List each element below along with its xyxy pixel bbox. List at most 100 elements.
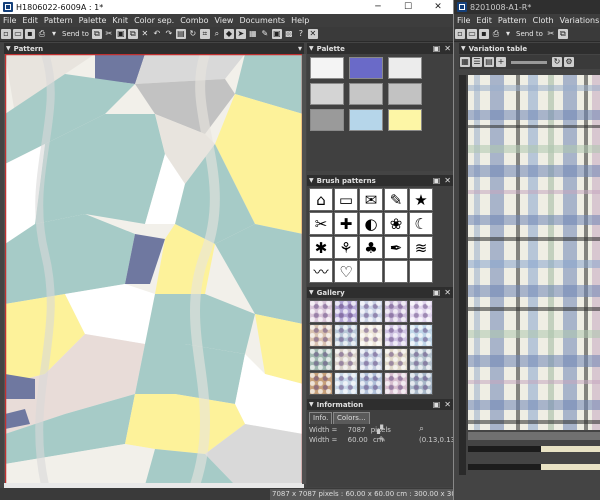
gallery-thumbnail[interactable] [384,348,408,371]
panel-options-icon[interactable]: ▾ [298,44,302,53]
menu-view[interactable]: View [211,16,236,25]
menu-combo[interactable]: Combo [177,16,211,25]
brush-pattern-item[interactable]: 〰 [309,260,333,283]
new-file-icon[interactable]: ▫ [455,29,465,39]
send-to-button[interactable]: Send to [516,30,543,38]
close-button[interactable]: ✕ [423,0,453,14]
info-icon[interactable]: ? [296,29,306,39]
delete-icon[interactable]: ✕ [140,29,150,39]
layer-icon[interactable]: ▩ [284,29,294,39]
dock-icon[interactable]: ▣ [433,288,441,297]
menu-edit[interactable]: Edit [473,16,495,25]
cut-icon[interactable]: ✂ [546,29,556,39]
gallery-thumbnail[interactable] [334,300,358,323]
menu-palette[interactable]: Palette [76,16,110,25]
color-picker-icon[interactable]: ▞ [377,425,383,434]
tab-colors[interactable]: Colors... [333,412,370,424]
send-to-dropdown-icon[interactable]: ▾ [49,29,59,39]
gallery-thumbnail[interactable] [384,300,408,323]
menu-file[interactable]: File [454,16,473,25]
new-file-icon[interactable]: ▫ [1,29,11,39]
brush-pattern-item[interactable] [384,260,408,283]
brush-pattern-item[interactable]: ★ [409,188,433,211]
eyedropper-icon[interactable]: ✎ [379,435,386,444]
brush-pattern-item[interactable]: ♡ [334,260,358,283]
palette-swatch[interactable] [349,109,383,131]
pointer-icon[interactable]: ➤ [235,29,246,39]
gallery-thumbnail[interactable] [409,372,433,395]
panel-close-icon[interactable]: ✕ [444,288,451,297]
variation-scrollbar[interactable] [468,432,600,440]
zoom-icon[interactable]: ⌕ [212,29,222,39]
crop-icon[interactable]: ⌗ [199,29,210,39]
gallery-thumbnail[interactable] [334,372,358,395]
gallery-thumbnail[interactable] [409,300,433,323]
gallery-thumbnail[interactable] [384,324,408,347]
add-variation-icon[interactable]: + [496,57,506,67]
image-icon[interactable]: ▤ [175,29,186,39]
menu-color-sep[interactable]: Color sep. [131,16,177,25]
gallery-thumbnail[interactable] [409,324,433,347]
zoom-lens-icon[interactable]: ⌕ [419,424,424,434]
panel-close-icon[interactable]: ✕ [444,44,451,53]
menu-pattern[interactable]: Pattern [495,16,530,25]
collapse-triangle-icon[interactable]: ▼ [461,45,466,52]
menu-documents[interactable]: Documents [236,16,288,25]
collapse-triangle-icon[interactable]: ▼ [309,177,314,184]
grid-view-icon[interactable]: ▦ [460,57,470,67]
palette-swatch[interactable] [349,83,383,105]
collapse-triangle-icon[interactable]: ▼ [309,289,314,296]
plaid-preview[interactable] [468,75,600,430]
dock-icon[interactable]: ▣ [433,176,441,185]
dock-icon[interactable]: ▣ [433,400,441,409]
pattern-canvas[interactable] [4,52,304,487]
collapse-triangle-icon[interactable]: ▼ [6,45,11,52]
palette-swatch[interactable] [310,109,344,131]
maximize-button[interactable]: ☐ [393,0,423,14]
gallery-thumbnail[interactable] [359,348,383,371]
list-view-icon[interactable]: ☰ [472,57,482,67]
settings-icon[interactable]: ⚙ [564,57,574,67]
brush-pattern-item[interactable]: ✉ [359,188,383,211]
menu-pattern[interactable]: Pattern [41,16,76,25]
minimize-button[interactable]: ─ [363,0,393,14]
variation-strip-1[interactable] [468,446,600,452]
brush-pattern-item[interactable]: ♣ [359,236,383,259]
tab-info[interactable]: Info. [309,412,333,424]
brush-pattern-item[interactable]: ⚘ [334,236,358,259]
save-icon[interactable]: ▪ [479,29,489,39]
undo-icon[interactable]: ↶ [152,29,162,39]
menu-knit[interactable]: Knit [109,16,131,25]
print-icon[interactable]: ⎙ [37,29,47,39]
gallery-thumbnail[interactable] [409,348,433,371]
brush-pattern-item[interactable]: ≋ [409,236,433,259]
open-file-icon[interactable]: ▭ [13,29,23,39]
open-file-icon[interactable]: ▭ [467,29,477,39]
duplicate-icon[interactable]: ⧉ [127,29,138,39]
camera-icon[interactable]: ▣ [271,29,282,39]
dock-icon[interactable]: ▣ [433,44,441,53]
pattern-vertical-scrollbar[interactable] [302,54,306,484]
brush-pattern-item[interactable]: ◐ [359,212,383,235]
paste-icon[interactable]: ▣ [115,29,126,39]
copy-icon[interactable]: ⧉ [557,29,568,39]
brush-pattern-item[interactable]: ▭ [334,188,358,211]
redo-icon[interactable]: ↷ [164,29,174,39]
gallery-thumbnail[interactable] [384,372,408,395]
palette-swatch[interactable] [349,57,383,79]
select-icon[interactable]: ◆ [223,29,234,39]
save-icon[interactable]: ▪ [25,29,35,39]
brush-pattern-item[interactable]: ☾ [409,212,433,235]
collapse-triangle-icon[interactable]: ▼ [309,401,314,408]
palette-swatch[interactable] [388,83,422,105]
size-slider[interactable] [511,60,547,64]
gallery-thumbnail[interactable] [309,372,333,395]
brush-pattern-item[interactable]: ✒ [384,236,408,259]
refresh-icon[interactable]: ↻ [552,57,562,67]
close-doc-icon[interactable]: ✕ [307,29,318,39]
cut-icon[interactable]: ✂ [104,29,114,39]
gallery-thumbnail[interactable] [359,300,383,323]
brush-pattern-item[interactable]: ✱ [309,236,333,259]
gallery-thumbnail[interactable] [334,348,358,371]
thumbnail-icon[interactable]: ▤ [484,57,494,67]
